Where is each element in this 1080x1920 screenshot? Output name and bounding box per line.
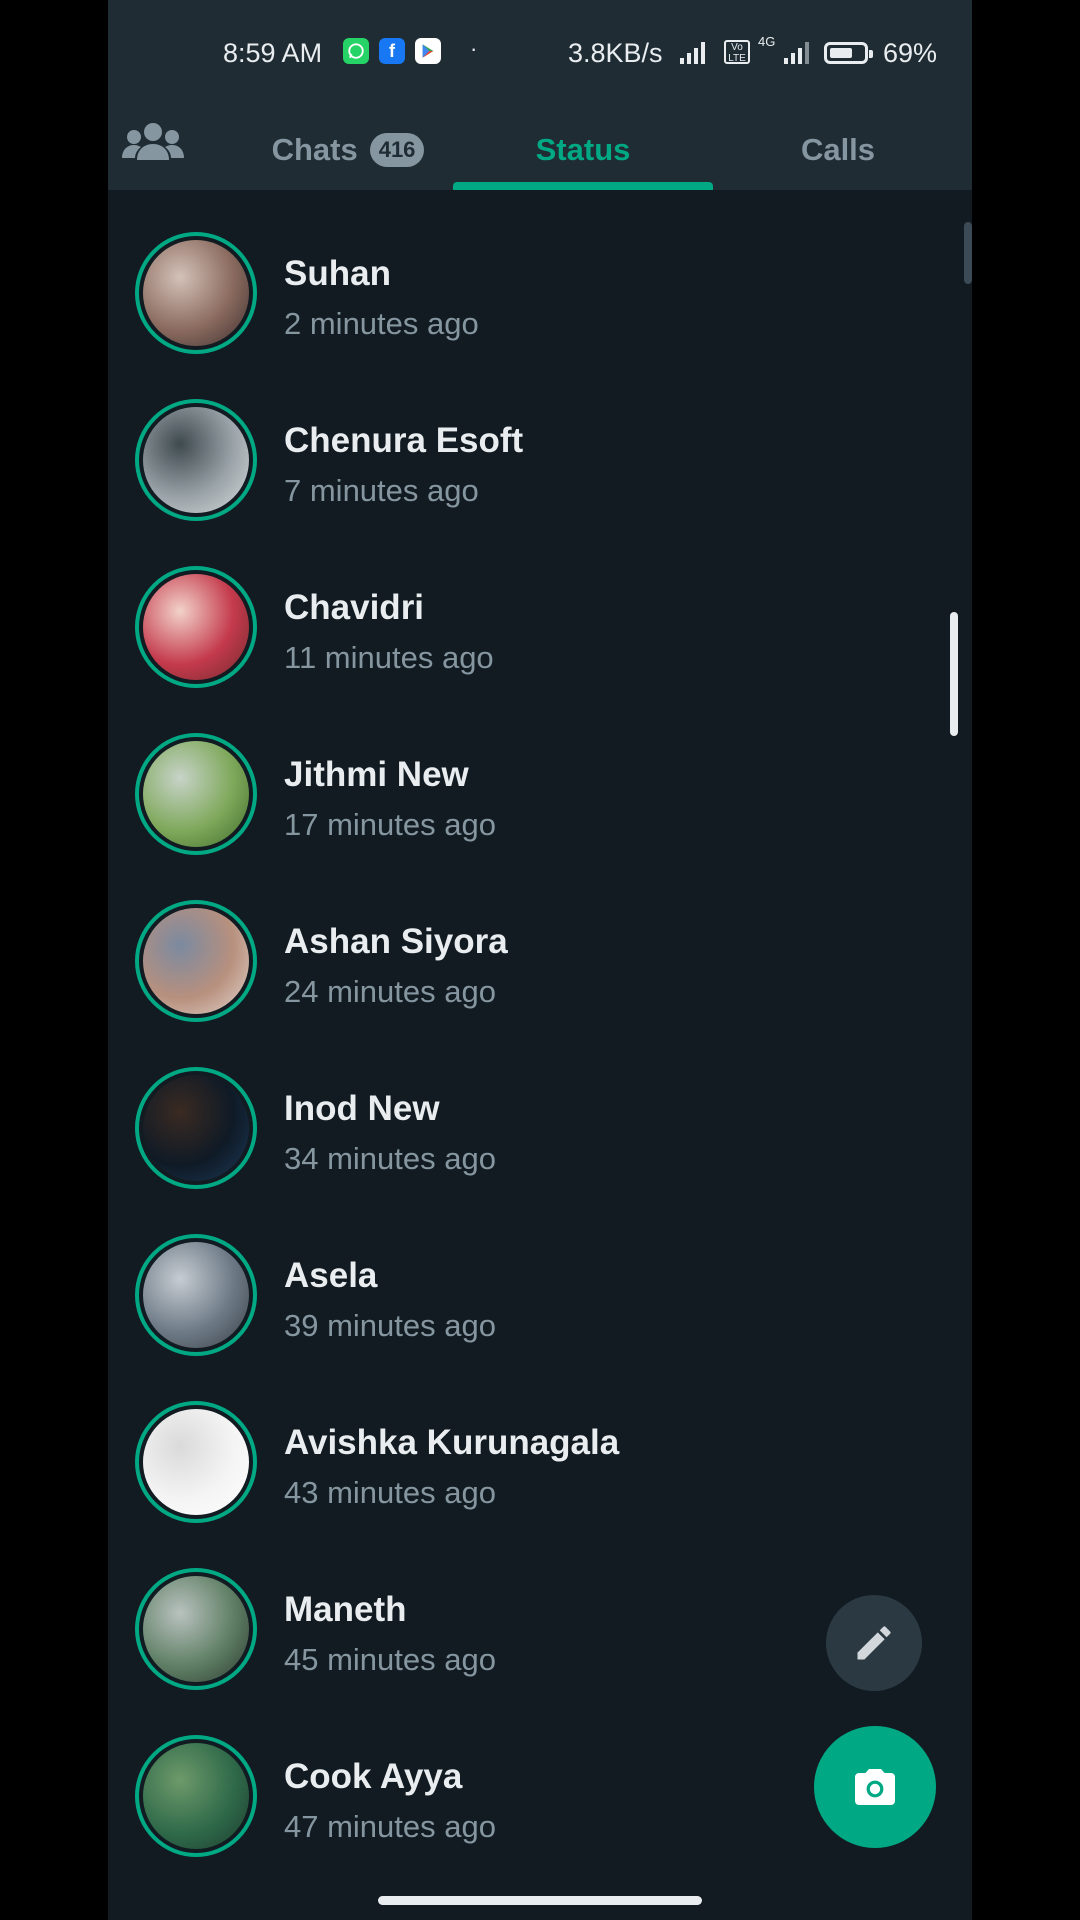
status-row-partial[interactable] xyxy=(108,190,972,210)
contact-name: Inod New xyxy=(284,1089,440,1128)
status-ring xyxy=(135,1067,257,1189)
communities-icon[interactable] xyxy=(122,118,184,168)
unread-badge: 416 xyxy=(369,133,425,167)
contact-name: Ashan Siyora xyxy=(284,922,508,961)
notification-icons: f xyxy=(343,38,441,64)
status-ring xyxy=(135,1568,257,1690)
more-notifications-dot: · xyxy=(470,36,478,61)
contact-name: Cook Ayya xyxy=(284,1757,463,1796)
signal-icon xyxy=(680,40,705,64)
status-ring xyxy=(135,566,257,688)
status-row[interactable]: Asela 39 minutes ago xyxy=(108,1212,972,1379)
status-time: 2 minutes ago xyxy=(284,306,479,341)
battery-icon xyxy=(824,42,873,64)
avatar xyxy=(143,1576,249,1682)
contact-name: Maneth xyxy=(284,1590,407,1629)
phone-screen: 8:59 AM f · 3.8KB/s Vo LTE 4G 69% Chats … xyxy=(108,0,972,1920)
avatar xyxy=(143,1242,249,1348)
status-time: 47 minutes ago xyxy=(284,1809,496,1844)
status-row[interactable]: Ashan Siyora 24 minutes ago xyxy=(108,878,972,1045)
camera-status-button[interactable] xyxy=(814,1726,936,1848)
status-ring xyxy=(135,1234,257,1356)
avatar xyxy=(143,407,249,513)
avatar xyxy=(143,1743,249,1849)
scrollbar-thumb[interactable] xyxy=(950,612,958,736)
status-time: 17 minutes ago xyxy=(284,807,496,842)
avatar xyxy=(143,908,249,1014)
whatsapp-icon xyxy=(343,38,369,64)
avatar xyxy=(143,1409,249,1515)
text-status-button[interactable] xyxy=(826,1595,922,1691)
status-row[interactable]: Chavidri 11 minutes ago xyxy=(108,544,972,711)
camera-icon xyxy=(855,1769,895,1805)
battery-percent: 69% xyxy=(883,38,938,68)
contact-name: Jithmi New xyxy=(284,755,469,794)
status-row[interactable]: Inod New 34 minutes ago xyxy=(108,1045,972,1212)
network-type: 4G xyxy=(758,34,776,49)
contact-name: Avishka Kurunagala xyxy=(284,1423,620,1462)
status-row[interactable]: Suhan 2 minutes ago xyxy=(108,210,972,377)
status-time: 7 minutes ago xyxy=(284,473,479,508)
contact-name: Chenura Esoft xyxy=(284,421,524,460)
status-time: 39 minutes ago xyxy=(284,1308,496,1343)
status-ring xyxy=(135,900,257,1022)
active-tab-indicator xyxy=(453,182,713,190)
status-ring xyxy=(135,733,257,855)
status-time: 45 minutes ago xyxy=(284,1642,496,1677)
status-row[interactable]: Chenura Esoft 7 minutes ago xyxy=(108,377,972,544)
scrollbar-top[interactable] xyxy=(964,222,972,284)
tab-bar: Chats 416 Status Calls xyxy=(108,110,972,190)
facebook-icon: f xyxy=(379,38,405,64)
status-time: 11 minutes ago xyxy=(284,640,494,675)
volte-icon: Vo LTE xyxy=(724,40,750,64)
avatar xyxy=(143,240,249,346)
avatar xyxy=(143,741,249,847)
contact-name: Suhan xyxy=(284,254,391,293)
contact-name: Asela xyxy=(284,1256,378,1295)
status-row[interactable]: Avishka Kurunagala 43 minutes ago xyxy=(108,1379,972,1546)
status-ring xyxy=(135,1735,257,1857)
contact-name: Chavidri xyxy=(284,588,425,627)
system-status-bar: 8:59 AM f · 3.8KB/s Vo LTE 4G 69% xyxy=(108,0,972,110)
status-ring xyxy=(135,232,257,354)
status-row[interactable]: Jithmi New 17 minutes ago xyxy=(108,711,972,878)
tab-chats[interactable]: Chats 416 xyxy=(248,110,448,190)
tab-calls-label: Calls xyxy=(800,132,876,167)
avatar xyxy=(143,1075,249,1181)
avatar xyxy=(143,574,249,680)
status-ring xyxy=(135,1401,257,1523)
tab-chats-label: Chats xyxy=(271,132,358,167)
play-store-icon xyxy=(415,38,441,64)
pencil-icon xyxy=(857,1626,891,1660)
tab-status[interactable]: Status xyxy=(453,110,713,190)
tab-calls[interactable]: Calls xyxy=(718,110,958,190)
tab-status-label: Status xyxy=(535,132,631,167)
status-time: 34 minutes ago xyxy=(284,1141,496,1176)
clock: 8:59 AM xyxy=(223,38,323,68)
network-speed: 3.8KB/s xyxy=(568,38,663,68)
status-time: 24 minutes ago xyxy=(284,974,496,1009)
home-indicator[interactable] xyxy=(378,1896,702,1905)
signal-icon-secondary xyxy=(784,40,809,64)
status-ring xyxy=(135,399,257,521)
status-time: 43 minutes ago xyxy=(284,1475,496,1510)
